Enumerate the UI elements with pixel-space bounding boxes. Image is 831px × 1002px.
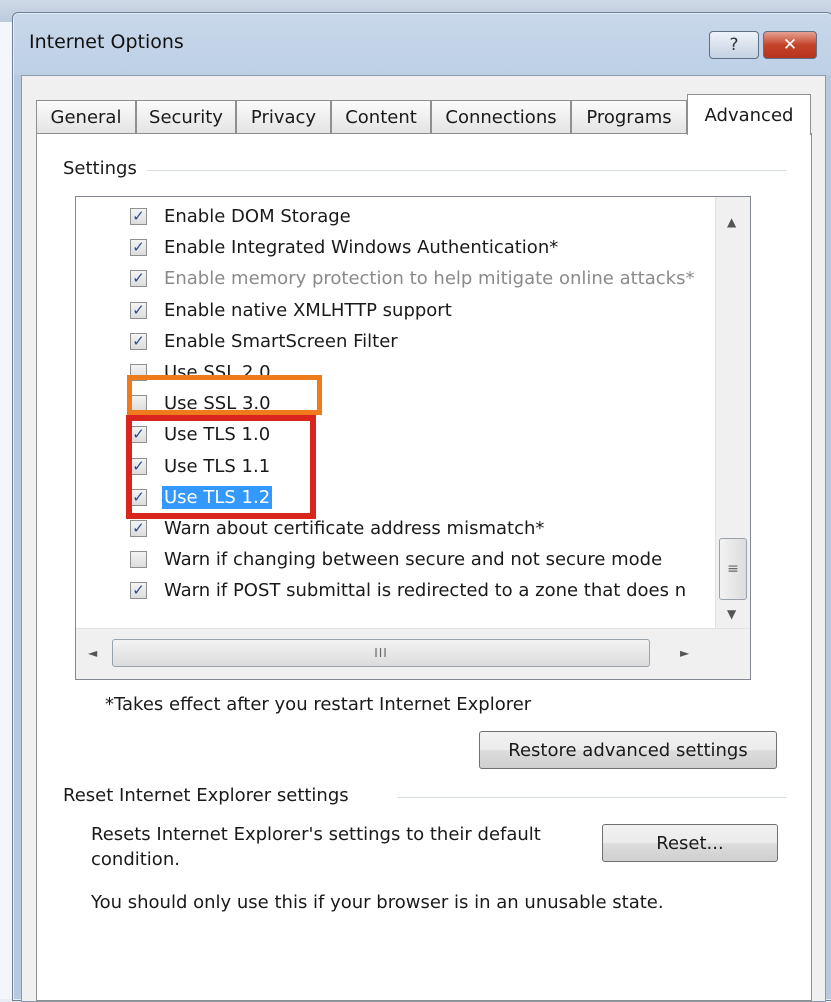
setting-checkbox[interactable]: ✓ bbox=[130, 269, 147, 288]
check-icon: ✓ bbox=[132, 207, 145, 225]
tab-label: Security bbox=[149, 107, 223, 128]
setting-label: Enable native XMLHTTP support bbox=[164, 299, 452, 321]
setting-checkbox[interactable]: ✓ bbox=[130, 238, 147, 257]
setting-row[interactable]: ✓ Use TLS 1.0 bbox=[76, 419, 716, 450]
tab-label: Privacy bbox=[250, 107, 317, 128]
setting-label: Enable Integrated Windows Authentication… bbox=[164, 237, 559, 259]
tab-general[interactable]: General bbox=[36, 100, 136, 134]
setting-checkbox[interactable]: ✓ bbox=[130, 487, 147, 506]
check-icon: ✓ bbox=[132, 238, 145, 257]
reset-description-line2: condition. bbox=[91, 849, 180, 870]
setting-row[interactable]: Use SSL 2.0 bbox=[76, 357, 716, 388]
setting-row[interactable]: ✓ Enable DOM Storage bbox=[76, 201, 716, 232]
reset-group-line bbox=[397, 797, 787, 798]
setting-label: Use TLS 1.0 bbox=[164, 424, 271, 446]
horizontal-scrollbar[interactable]: ◄ III ► bbox=[76, 628, 750, 679]
check-icon: ✓ bbox=[132, 269, 145, 288]
setting-checkbox[interactable]: ✓ bbox=[130, 208, 147, 225]
button-label: Reset... bbox=[656, 832, 724, 854]
check-icon: ✓ bbox=[132, 331, 145, 350]
setting-row[interactable]: ✓ Use TLS 1.1 bbox=[76, 451, 716, 482]
check-icon: ✓ bbox=[132, 456, 145, 475]
setting-label: Use SSL 2.0 bbox=[164, 362, 271, 383]
setting-row[interactable]: ✓ Enable SmartScreen Filter bbox=[76, 326, 716, 357]
setting-label: Enable DOM Storage bbox=[164, 206, 351, 227]
setting-row[interactable]: Use SSL 3.0 bbox=[76, 388, 716, 419]
scroll-down-icon[interactable]: ▼ bbox=[727, 607, 736, 621]
setting-label: Warn if POST submittal is redirected to … bbox=[164, 580, 687, 602]
tab-privacy[interactable]: Privacy bbox=[236, 100, 331, 134]
reset-warning: You should only use this if your browser… bbox=[91, 892, 664, 913]
reset-description-line1: Resets Internet Explorer's settings to t… bbox=[91, 824, 541, 845]
scroll-right-icon[interactable]: ► bbox=[680, 646, 689, 660]
setting-label: Enable memory protection to help mitigat… bbox=[164, 268, 695, 290]
tab-label: Connections bbox=[445, 107, 557, 128]
help-icon: ? bbox=[729, 35, 739, 55]
setting-checkbox[interactable]: ✓ bbox=[130, 300, 147, 319]
tab-advanced[interactable]: Advanced bbox=[687, 94, 811, 135]
help-button[interactable]: ? bbox=[709, 31, 759, 59]
tab-programs[interactable]: Programs bbox=[571, 100, 687, 134]
tab-security[interactable]: Security bbox=[136, 100, 236, 134]
scroll-up-icon[interactable]: ▲ bbox=[727, 215, 736, 229]
settings-group-label: Settings bbox=[63, 158, 147, 179]
setting-checkbox[interactable] bbox=[130, 395, 147, 413]
advanced-tab-page: Settings ✓ Enable DOM Storage ✓ Enable Inte… bbox=[36, 133, 812, 1001]
button-label: Restore advanced settings bbox=[508, 739, 748, 761]
settings-group-line bbox=[77, 170, 787, 171]
check-icon: ✓ bbox=[132, 519, 145, 537]
setting-row[interactable]: ✓ Enable memory protection to help mitiga… bbox=[76, 263, 716, 294]
check-icon: ✓ bbox=[132, 425, 145, 444]
check-icon: ✓ bbox=[132, 300, 145, 319]
setting-checkbox[interactable]: ✓ bbox=[130, 581, 147, 600]
close-button[interactable]: ✕ bbox=[763, 31, 817, 59]
check-icon: ✓ bbox=[132, 581, 145, 600]
tab-label: General bbox=[50, 107, 122, 128]
setting-checkbox[interactable]: ✓ bbox=[130, 520, 147, 537]
setting-label: Use TLS 1.1 bbox=[164, 455, 271, 477]
reset-button[interactable]: Reset... bbox=[602, 824, 778, 862]
close-icon: ✕ bbox=[782, 35, 798, 55]
setting-checkbox[interactable] bbox=[130, 551, 147, 569]
tab-strip: General Security Privacy Content Connect… bbox=[36, 94, 816, 135]
internet-options-dialog: Internet Options ? ✕ General Security Pr… bbox=[12, 12, 831, 1002]
horizontal-scroll-thumb[interactable]: III bbox=[112, 639, 650, 667]
scroll-left-icon[interactable]: ◄ bbox=[88, 646, 97, 660]
setting-row[interactable]: ✓ Enable native XMLHTTP support bbox=[76, 295, 716, 326]
restore-advanced-settings-button[interactable]: Restore advanced settings bbox=[479, 731, 777, 769]
setting-label: Warn about certificate address mismatch* bbox=[164, 518, 545, 539]
reset-group-label: Reset Internet Explorer settings bbox=[63, 785, 359, 806]
setting-row[interactable]: ✓ Warn about certificate address mismatch… bbox=[76, 513, 716, 544]
setting-row[interactable]: ✓ Enable Integrated Windows Authenticatio… bbox=[76, 232, 716, 263]
setting-row[interactable]: ✓ Warn if POST submittal is redirected to… bbox=[76, 575, 716, 606]
setting-checkbox[interactable] bbox=[130, 364, 147, 381]
setting-label: Use SSL 3.0 bbox=[164, 393, 271, 415]
setting-checkbox[interactable]: ✓ bbox=[130, 456, 147, 475]
tab-connections[interactable]: Connections bbox=[431, 100, 571, 134]
grip-icon: ≡ bbox=[727, 561, 739, 577]
setting-label: Warn if changing between secure and not … bbox=[164, 549, 663, 571]
tab-label: Content bbox=[345, 107, 417, 128]
grip-icon: III bbox=[374, 646, 388, 660]
restart-note: *Takes effect after you restart Internet… bbox=[105, 694, 532, 715]
tab-label: Programs bbox=[586, 107, 672, 128]
setting-row[interactable]: ✓ Use TLS 1.2 bbox=[76, 482, 716, 513]
title-bar[interactable]: Internet Options ? ✕ bbox=[13, 13, 831, 75]
settings-list[interactable]: ✓ Enable DOM Storage ✓ Enable Integrated Wi… bbox=[75, 196, 751, 680]
tab-label: Advanced bbox=[704, 104, 794, 126]
setting-label: Enable SmartScreen Filter bbox=[164, 330, 398, 352]
dialog-client-area: General Security Privacy Content Connect… bbox=[21, 75, 826, 1002]
setting-checkbox[interactable]: ✓ bbox=[130, 425, 147, 444]
setting-checkbox[interactable]: ✓ bbox=[130, 331, 147, 350]
setting-label: Use TLS 1.2 bbox=[162, 485, 273, 509]
tab-content[interactable]: Content bbox=[331, 100, 431, 134]
check-icon: ✓ bbox=[132, 487, 145, 506]
window-title: Internet Options bbox=[29, 31, 184, 53]
setting-row[interactable]: Warn if changing between secure and not … bbox=[76, 544, 716, 575]
vertical-scrollbar[interactable]: ▲ ≡ ▼ bbox=[715, 197, 750, 629]
vertical-scroll-thumb[interactable]: ≡ bbox=[719, 538, 747, 600]
